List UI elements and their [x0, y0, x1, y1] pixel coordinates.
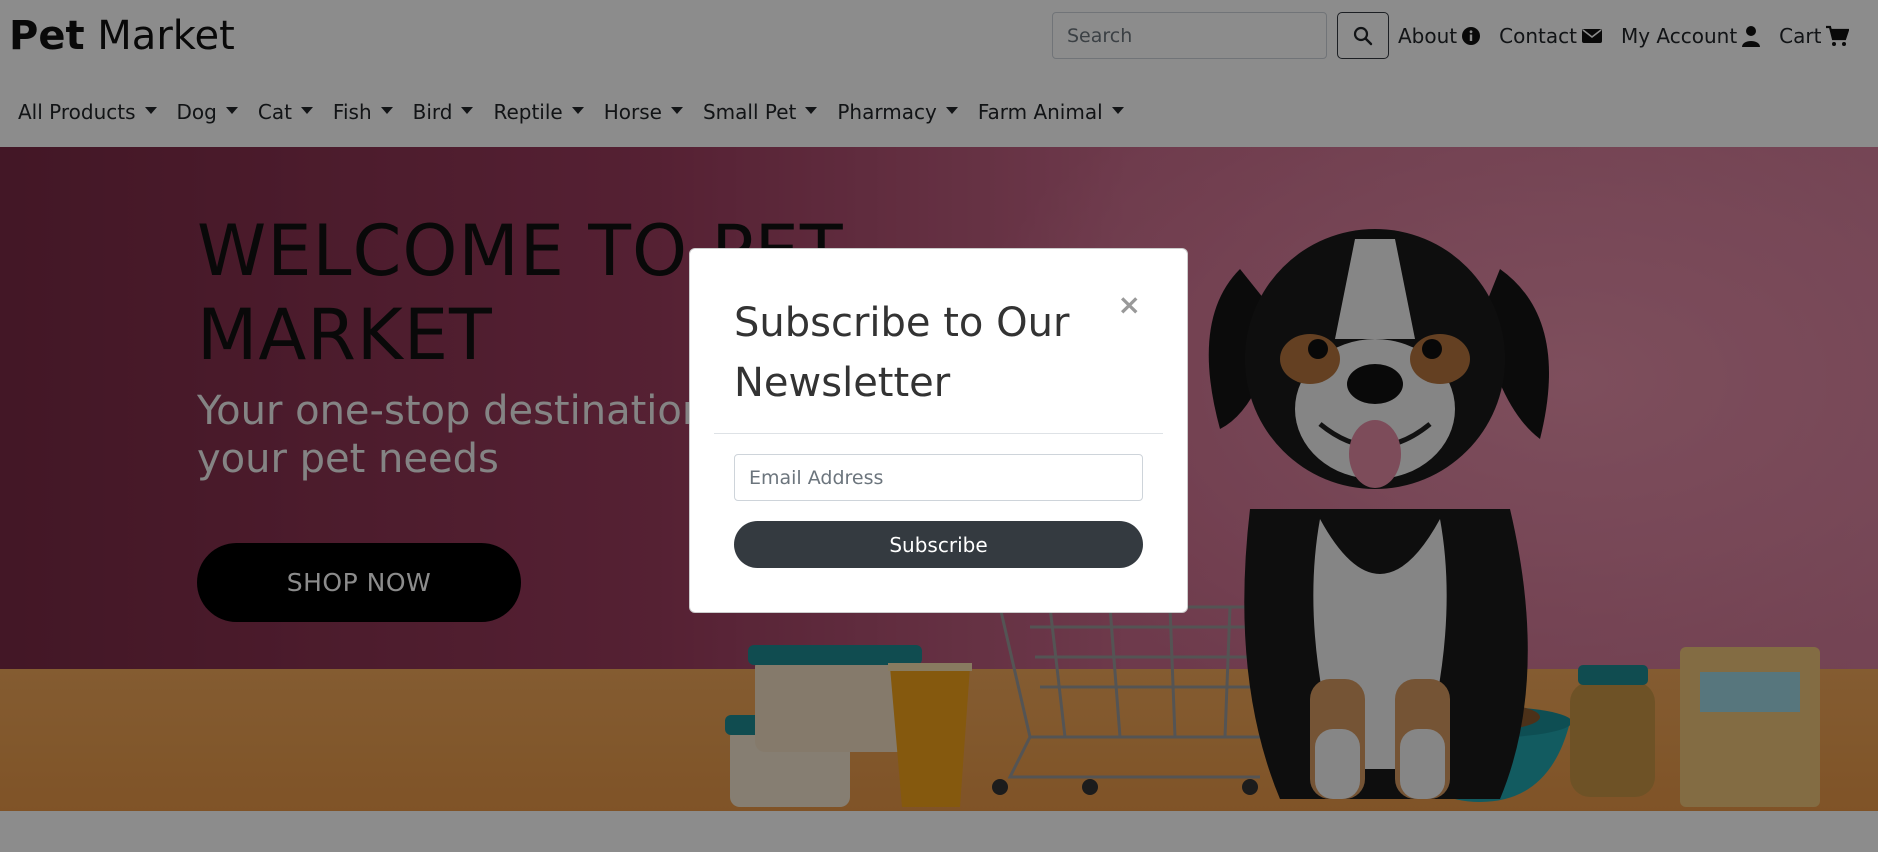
modal-title: Subscribe to Our Newsletter: [734, 300, 1070, 406]
newsletter-modal: Subscribe to Our Newsletter × Subscribe: [689, 248, 1188, 613]
email-field[interactable]: [734, 454, 1143, 501]
subscribe-button[interactable]: Subscribe: [734, 521, 1143, 568]
close-icon[interactable]: ×: [1118, 291, 1141, 319]
modal-divider: [714, 433, 1163, 434]
